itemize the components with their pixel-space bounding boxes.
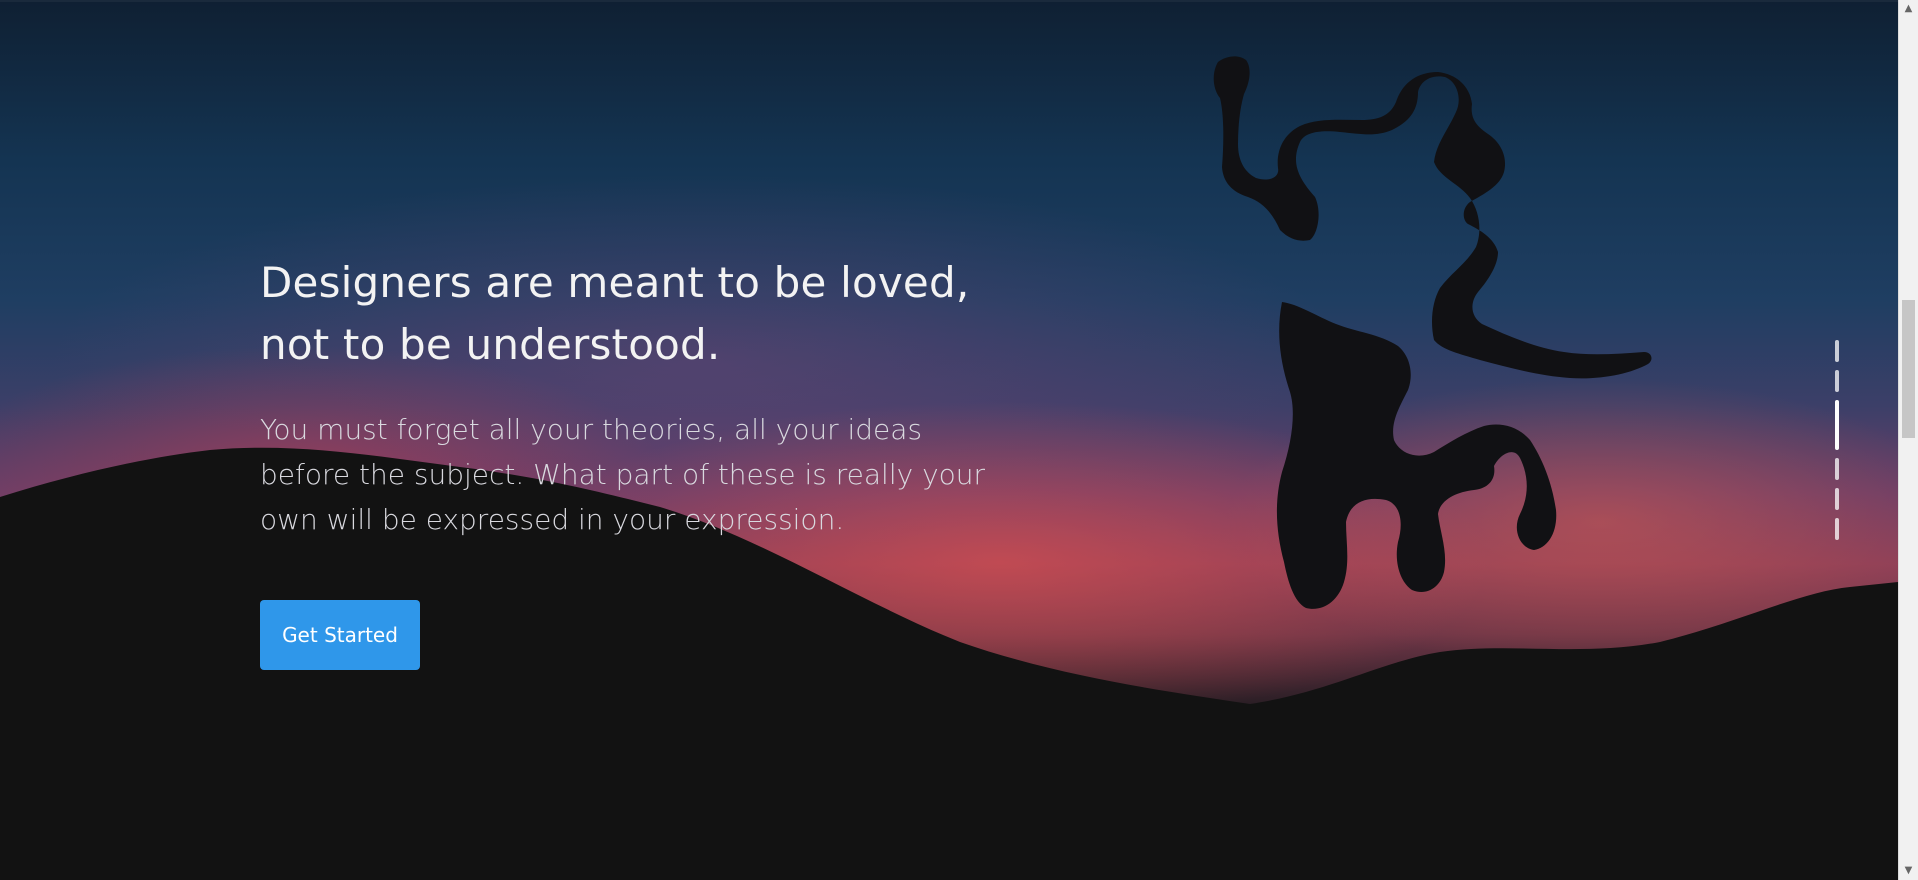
scroll-up-arrow-icon[interactable]: ▲: [1899, 0, 1918, 18]
dot-nav-item-6[interactable]: [1835, 518, 1839, 540]
scroll-down-arrow-icon[interactable]: ▼: [1899, 862, 1918, 880]
dot-nav-item-1[interactable]: [1835, 340, 1839, 362]
dot-nav-item-3[interactable]: [1835, 400, 1839, 450]
section-dot-navigation: [1835, 340, 1845, 548]
hero-content: Designers are meant to be loved, not to …: [260, 252, 1040, 670]
dot-nav-item-2[interactable]: [1835, 370, 1839, 392]
dot-nav-item-4[interactable]: [1835, 458, 1839, 480]
hero-title: Designers are meant to be loved, not to …: [260, 258, 970, 369]
vertical-scrollbar[interactable]: ▲ ▼: [1898, 0, 1918, 880]
get-started-button[interactable]: Get Started: [260, 600, 420, 670]
hero-description: You must forget all your theories, all y…: [260, 413, 986, 536]
dot-nav-item-5[interactable]: [1835, 488, 1839, 510]
scrollbar-thumb[interactable]: [1902, 300, 1915, 438]
hero-section: Designers are meant to be loved, not to …: [0, 0, 1898, 880]
